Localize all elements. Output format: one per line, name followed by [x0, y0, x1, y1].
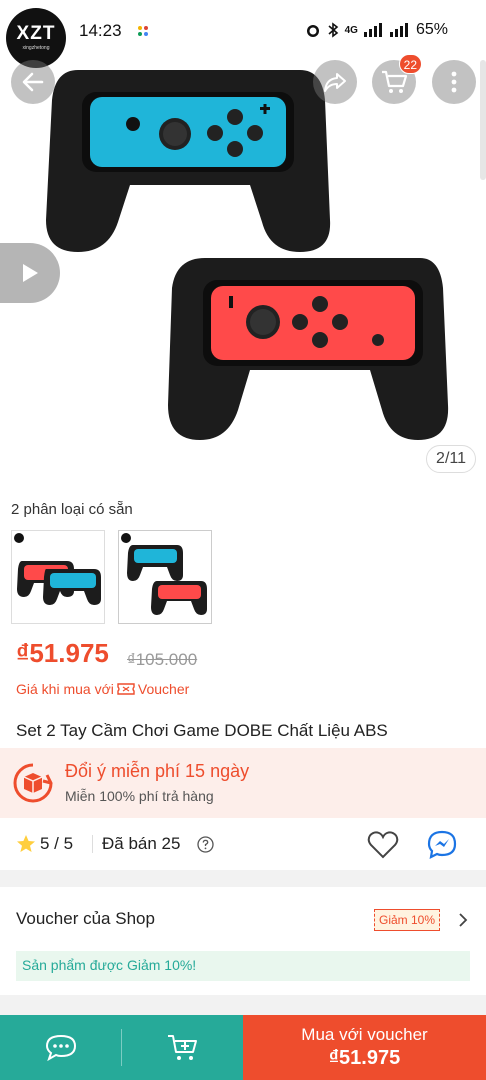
- chat-button[interactable]: [0, 1015, 121, 1080]
- app-notification-icon: [138, 26, 148, 36]
- rating-score: 5 / 5: [40, 834, 74, 853]
- voucher-prefix: Giá khi mua với: [16, 681, 114, 697]
- discount-tag: Giảm 10%: [374, 909, 441, 931]
- product-info: 2 phân loại có sẵn ₫51.975 ₫105.000 Giá …: [0, 486, 486, 748]
- help-icon[interactable]: [197, 836, 214, 853]
- return-box-icon: [13, 763, 53, 803]
- voucher-ticket-icon: [117, 683, 135, 695]
- image-counter: 2/11: [426, 445, 476, 473]
- scroll-indicator: [480, 60, 486, 180]
- product-title: Set 2 Tay Cầm Chơi Game DOBE Chất Liệu A…: [16, 721, 388, 740]
- buy-with-voucher-button[interactable]: Mua với voucher ₫51.975: [243, 1015, 486, 1080]
- product-image-gallery[interactable]: 14:23 4G 65% XZT xingzhetong 22 2/11: [0, 0, 486, 486]
- more-options-button[interactable]: [432, 60, 476, 104]
- back-button[interactable]: [11, 60, 55, 104]
- add-cart-icon: [167, 1034, 197, 1060]
- buy-price: ₫51.975: [328, 1047, 401, 1069]
- sold-count: Đã bán 25: [102, 834, 181, 853]
- return-policy-subtitle: Miễn 100% phí trả hàng: [65, 788, 214, 804]
- variant-thumb-2[interactable]: [118, 530, 212, 624]
- divider: [92, 835, 93, 853]
- variant-count: 2 phân loại có sẵn: [11, 501, 133, 518]
- return-policy-banner[interactable]: Đổi ý miễn phí 15 ngày Miễn 100% phí trả…: [0, 748, 486, 818]
- share-button[interactable]: [313, 60, 357, 104]
- return-policy-title: Đổi ý miễn phí 15 ngày: [65, 761, 250, 781]
- variant-thumb-1[interactable]: [11, 530, 105, 624]
- voucher-price-note[interactable]: Giá khi mua với Voucher: [16, 681, 189, 697]
- buy-label: Mua với voucher: [301, 1025, 428, 1044]
- brand-logo: XZT xingzhetong: [6, 8, 66, 68]
- alarm-icon: [306, 25, 319, 37]
- star-icon: [17, 835, 35, 852]
- arrow-left-icon: [22, 72, 44, 92]
- variant-image-red-blue: [14, 533, 101, 605]
- cart-count-badge: 22: [398, 54, 422, 74]
- bottom-left-actions: [0, 1015, 243, 1080]
- kebab-menu-icon: [451, 71, 457, 93]
- add-to-cart-button[interactable]: [122, 1015, 243, 1080]
- shop-voucher-label: Voucher của Shop: [16, 909, 155, 928]
- status-bar: 14:23 4G 65%: [0, 0, 486, 60]
- share-arrow-icon: [324, 73, 346, 92]
- bluetooth-icon: [328, 22, 338, 38]
- chevron-right-icon: [459, 913, 468, 927]
- original-price: ₫105.000: [127, 650, 198, 669]
- variant-image-blue-red: [121, 533, 207, 615]
- discount-note-box: Sản phẩm được Giảm 10%!: [16, 951, 470, 981]
- voucher-word: Voucher: [137, 681, 190, 697]
- chat-icon: [45, 1034, 76, 1061]
- play-video-button[interactable]: [0, 243, 60, 303]
- network-type: 4G: [344, 24, 358, 36]
- rating-row: 5 / 5 Đã bán 25: [0, 818, 486, 870]
- status-time: 14:23: [79, 21, 122, 40]
- heart-icon[interactable]: [367, 830, 399, 860]
- status-icons: 4G 65%: [305, 21, 448, 39]
- signal-icon: [363, 23, 382, 37]
- current-price: ₫51.975: [16, 638, 109, 668]
- signal-icon-2: [389, 23, 408, 37]
- shop-voucher-section[interactable]: Voucher của Shop Giảm 10% Sản phẩm được …: [0, 887, 486, 995]
- battery-level: 65%: [415, 21, 448, 38]
- discount-note: Sản phẩm được Giảm 10%!: [22, 957, 197, 973]
- play-icon: [23, 264, 38, 282]
- bottom-action-bar: Mua với voucher ₫51.975: [0, 1015, 486, 1080]
- messenger-share-icon[interactable]: [426, 829, 458, 861]
- cart-button[interactable]: 22: [372, 54, 422, 104]
